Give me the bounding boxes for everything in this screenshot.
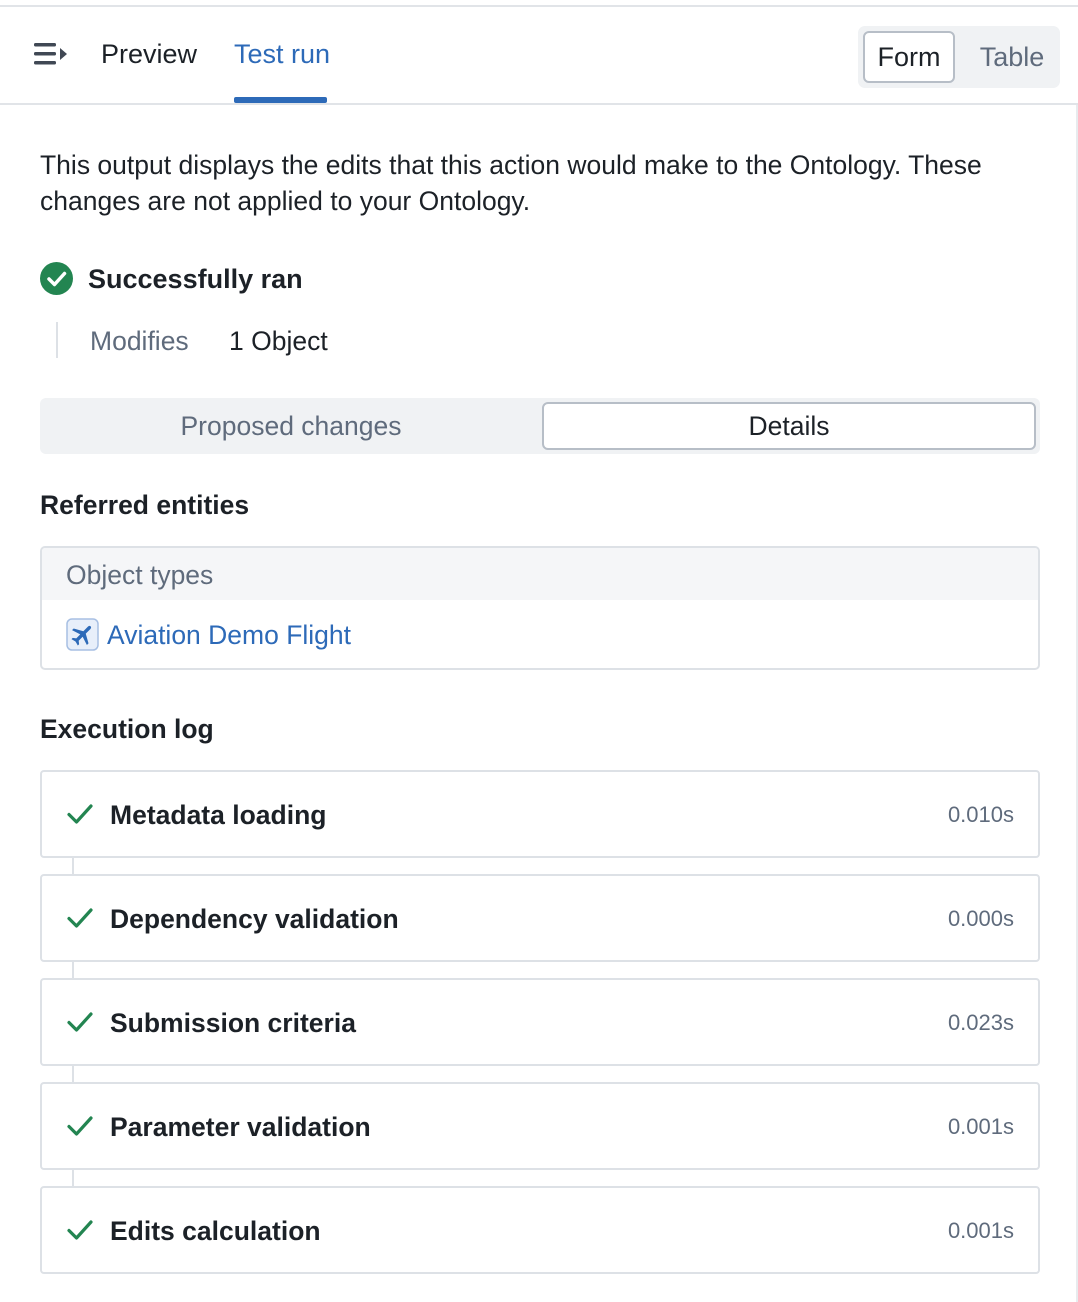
view-toggle: Form Table xyxy=(858,26,1060,88)
object-types-header: Object types xyxy=(42,548,1038,600)
modifies-divider xyxy=(56,322,58,358)
run-status: Successfully ran xyxy=(88,264,303,294)
log-item-duration: 0.000s xyxy=(947,906,1014,931)
output-description: This output displays the edits that this… xyxy=(40,150,982,216)
tab-preview[interactable]: Preview xyxy=(101,37,197,71)
log-item-label: Metadata loading xyxy=(110,800,327,830)
result-tabs: Proposed changes Details xyxy=(40,398,1040,454)
check-icon xyxy=(67,804,93,824)
tab-test-run[interactable]: Test run xyxy=(234,37,330,71)
details-tab[interactable]: Details xyxy=(542,402,1036,450)
collapse-menu-icon[interactable] xyxy=(32,37,70,71)
check-icon xyxy=(67,1116,93,1136)
table-view-button[interactable]: Table xyxy=(968,31,1056,83)
modifies-value: 1 Object xyxy=(229,326,328,356)
airplane-icon xyxy=(66,618,99,651)
log-item-submission-criteria[interactable]: Submission criteria 0.023s xyxy=(40,978,1040,1066)
success-check-circle-icon xyxy=(40,262,73,295)
log-item-label: Submission criteria xyxy=(110,1008,356,1038)
check-icon xyxy=(67,1220,93,1240)
log-item-metadata-loading[interactable]: Metadata loading 0.010s xyxy=(40,770,1040,858)
log-connector xyxy=(72,856,74,876)
log-item-dependency-validation[interactable]: Dependency validation 0.000s xyxy=(40,874,1040,962)
log-item-label: Parameter validation xyxy=(110,1112,371,1142)
log-connector xyxy=(72,960,74,980)
log-connector xyxy=(72,1168,74,1188)
log-item-label: Edits calculation xyxy=(110,1216,321,1246)
proposed-changes-tab[interactable]: Proposed changes xyxy=(40,398,542,454)
log-item-duration: 0.001s xyxy=(947,1114,1014,1139)
log-item-duration: 0.010s xyxy=(947,802,1014,827)
object-type-link[interactable]: Aviation Demo Flight xyxy=(107,618,351,652)
log-item-label: Dependency validation xyxy=(110,904,399,934)
log-item-duration: 0.001s xyxy=(947,1218,1014,1243)
log-item-duration: 0.023s xyxy=(947,1010,1014,1035)
execution-log-title: Execution log xyxy=(40,714,214,744)
log-item-edits-calculation[interactable]: Edits calculation 0.001s xyxy=(40,1186,1040,1274)
modifies-label: Modifies xyxy=(90,326,189,356)
log-item-parameter-validation[interactable]: Parameter validation 0.001s xyxy=(40,1082,1040,1170)
form-view-button[interactable]: Form xyxy=(863,31,955,83)
panel-header: Preview Test run Form Table xyxy=(0,7,1078,105)
check-icon xyxy=(67,1012,93,1032)
active-tab-indicator xyxy=(234,97,327,103)
check-icon xyxy=(67,908,93,928)
log-connector xyxy=(72,1064,74,1084)
referred-entities-title: Referred entities xyxy=(40,490,250,520)
object-types-card: Object types Aviation Demo Flight xyxy=(40,546,1040,670)
